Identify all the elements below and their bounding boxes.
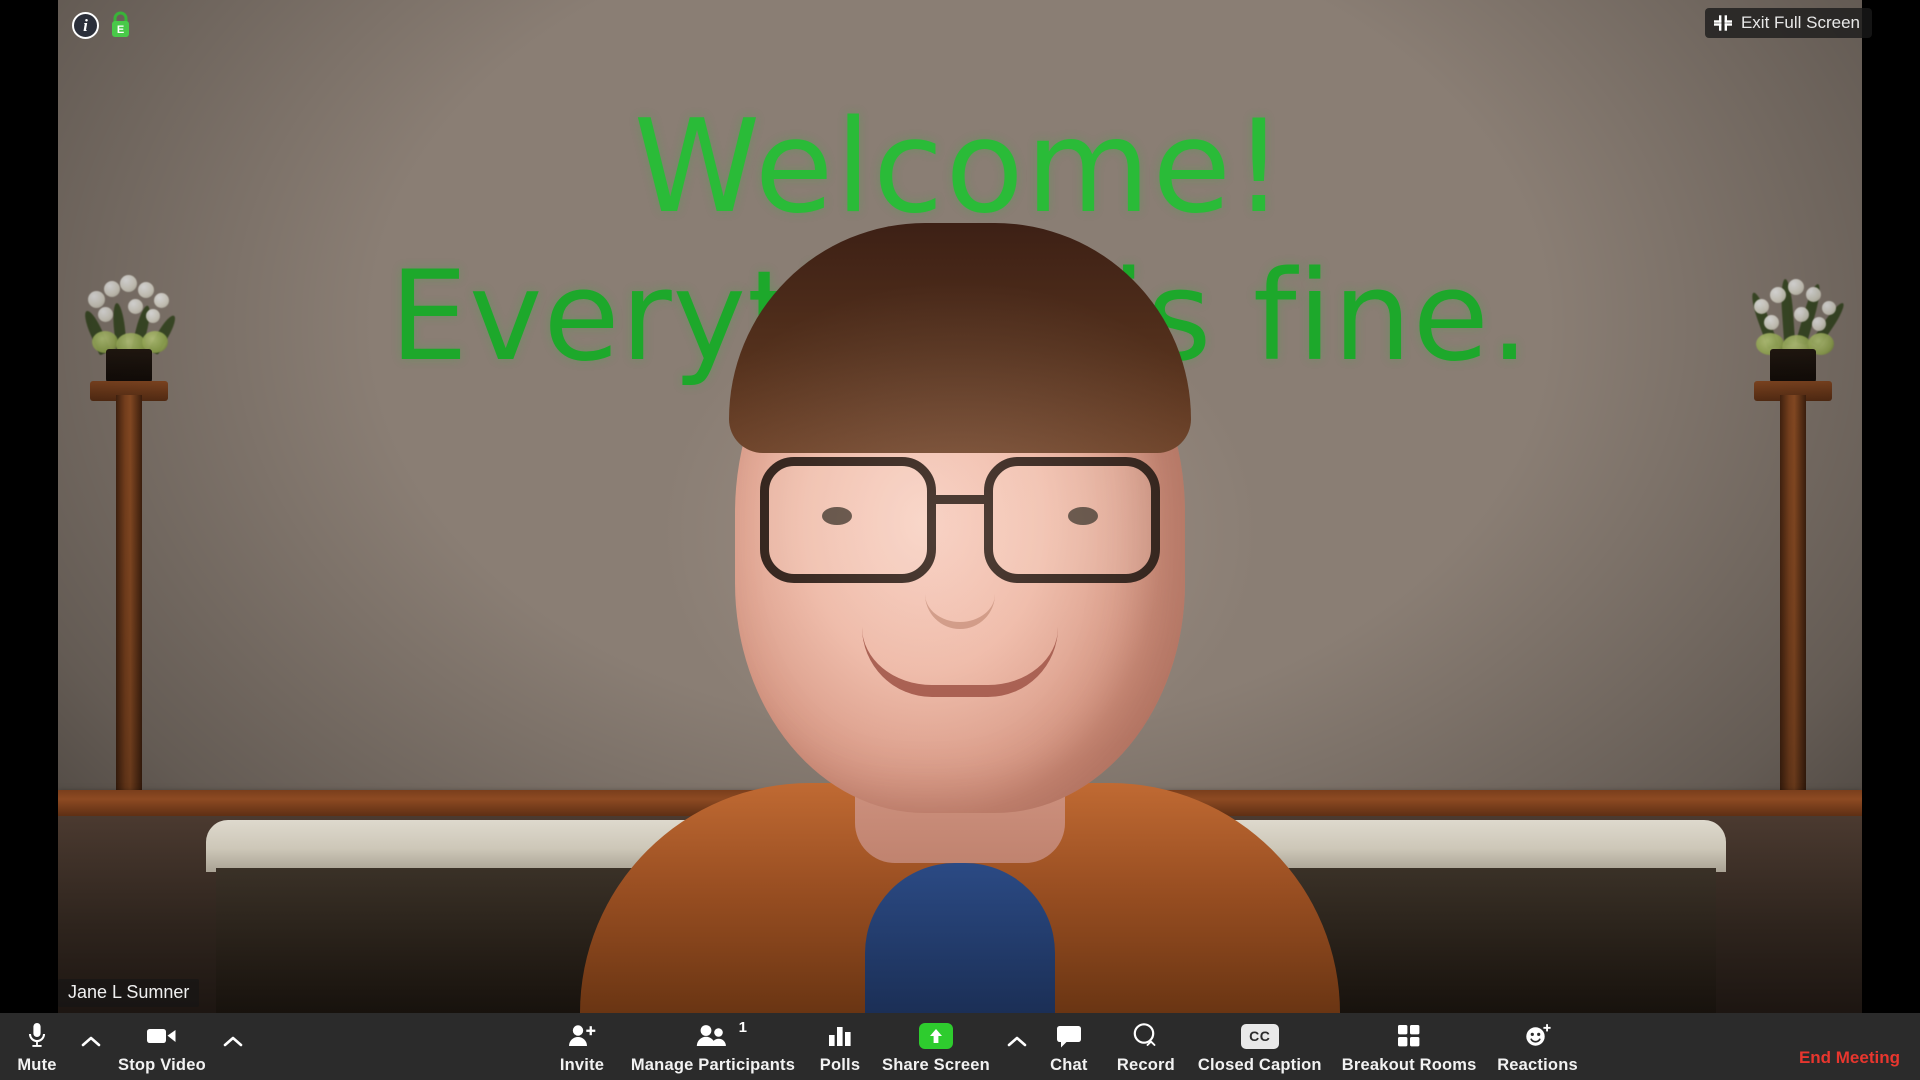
closed-caption-label: Closed Caption [1197, 1056, 1322, 1074]
breakout-rooms-button[interactable]: Breakout Rooms [1332, 1013, 1487, 1075]
toolbar-center-group: Invite 1 Manage Participants Polls Share… [546, 1013, 1589, 1080]
participant-count-badge: 1 [738, 1019, 747, 1036]
toolbar-right-group: End Meeting [1799, 1013, 1900, 1080]
record-button[interactable]: Record [1104, 1013, 1188, 1075]
encrypted-lock-icon[interactable]: E [108, 10, 133, 40]
person-glasses [760, 457, 1160, 583]
pedestal-column [1780, 395, 1806, 825]
record-circle-icon [1131, 1021, 1161, 1051]
lock-glyph: E [112, 11, 129, 37]
stop-video-label: Stop Video [118, 1056, 206, 1074]
flower-pot [1770, 349, 1816, 385]
share-screen-up-arrow-icon [918, 1023, 953, 1049]
chevron-up-icon [223, 1036, 243, 1046]
grid-squares-icon [1396, 1021, 1422, 1051]
flower-arrangement [1734, 269, 1852, 361]
share-screen-label: Share Screen [882, 1056, 990, 1074]
manage-participants-label: Manage Participants [630, 1056, 796, 1074]
flower-pedestal-right [1732, 263, 1852, 825]
meeting-toolbar: Mute Stop Video Invite 1 Manage Particip… [0, 1013, 1920, 1080]
share-screen-options-caret[interactable] [1000, 1013, 1034, 1059]
active-speaker-video[interactable]: Welcome! Everything is fine. [58, 0, 1862, 1013]
record-label: Record [1116, 1056, 1175, 1074]
chat-label: Chat [1050, 1056, 1088, 1074]
svg-text:E: E [117, 24, 124, 36]
toolbar-left-group: Mute Stop Video [0, 1013, 250, 1080]
polls-button[interactable]: Polls [808, 1013, 872, 1075]
flower-pot [106, 349, 152, 385]
closed-caption-button[interactable]: CC Closed Caption [1188, 1013, 1332, 1075]
polls-label: Polls [819, 1056, 861, 1074]
video-camera-icon [146, 1021, 178, 1051]
flower-pedestal-left [68, 263, 188, 825]
chat-bubble-icon [1055, 1021, 1083, 1051]
exit-full-screen-button[interactable]: Exit Full Screen [1704, 8, 1872, 38]
collapse-arrows-icon [1713, 13, 1733, 33]
share-screen-button[interactable]: Share Screen [872, 1013, 1000, 1075]
pedestal-column [116, 395, 142, 825]
breakout-rooms-label: Breakout Rooms [1341, 1056, 1477, 1074]
add-person-icon [567, 1021, 597, 1051]
bar-chart-icon [827, 1021, 853, 1051]
glasses-bridge [932, 495, 988, 504]
chat-button[interactable]: Chat [1034, 1013, 1104, 1075]
mute-label: Mute [17, 1056, 57, 1074]
participant-name-label: Jane L Sumner [58, 979, 200, 1007]
meeting-info-icon[interactable]: i [72, 12, 99, 39]
participant-webcam-person [510, 223, 1410, 1013]
background-text-line-1: Welcome! [633, 93, 1287, 242]
people-icon: 1 [695, 1019, 747, 1051]
video-stage: Welcome! Everything is fine. [0, 0, 1920, 1013]
video-options-caret[interactable] [216, 1013, 250, 1059]
mute-button[interactable]: Mute [0, 1013, 74, 1075]
glasses-lens-right [984, 457, 1160, 583]
exit-full-screen-label: Exit Full Screen [1740, 13, 1860, 32]
manage-participants-button[interactable]: 1 Manage Participants [618, 1013, 808, 1075]
chevron-up-icon [81, 1036, 101, 1046]
audio-options-caret[interactable] [74, 1013, 108, 1059]
invite-label: Invite [559, 1056, 605, 1074]
microphone-icon [26, 1021, 48, 1051]
end-meeting-button[interactable]: End Meeting [1799, 1026, 1900, 1068]
reactions-button[interactable]: Reactions [1487, 1013, 1589, 1075]
flower-arrangement [70, 269, 188, 361]
cc-icon: CC [1240, 1023, 1279, 1049]
glasses-lens-left [760, 457, 936, 583]
reactions-label: Reactions [1497, 1056, 1578, 1074]
chevron-up-icon [1007, 1036, 1027, 1046]
smiley-plus-icon [1523, 1021, 1553, 1051]
invite-button[interactable]: Invite [546, 1013, 618, 1075]
zoom-meeting-window: Welcome! Everything is fine. [0, 0, 1920, 1080]
stop-video-button[interactable]: Stop Video [108, 1013, 216, 1075]
